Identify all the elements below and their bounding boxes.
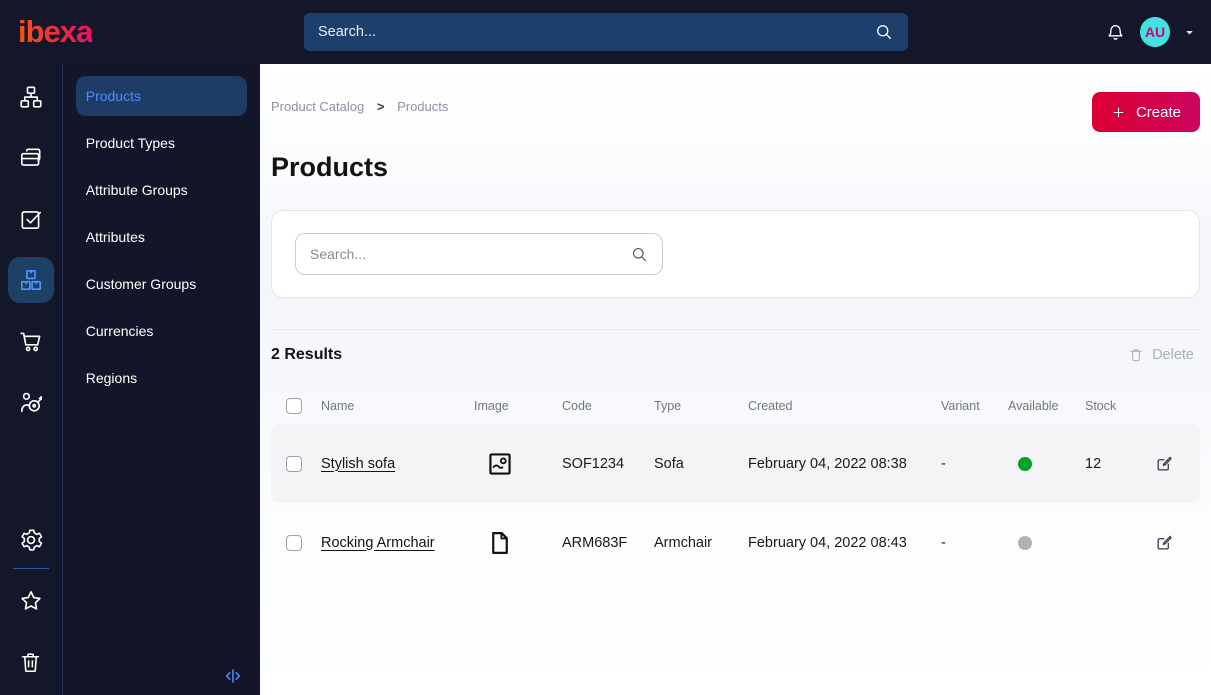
create-button[interactable]: Create: [1091, 92, 1200, 132]
notifications-bell-icon[interactable]: [1105, 22, 1126, 43]
main-content: Product Catalog > Products Create Produc…: [260, 64, 1211, 695]
select-row-checkbox[interactable]: [286, 534, 302, 551]
create-button-label: Create: [1135, 103, 1181, 121]
sidebar-item-label: Customer Groups: [85, 276, 197, 292]
segmentation-icon[interactable]: [8, 379, 54, 425]
sidebar-item-label: Regions: [85, 370, 138, 386]
file-icon: [474, 529, 562, 557]
column-header-created: Created: [748, 399, 793, 413]
breadcrumb: Product Catalog > Products: [271, 99, 448, 114]
chevron-down-icon[interactable]: [1184, 27, 1195, 38]
column-header-image: Image: [474, 399, 509, 413]
icon-rail: [0, 64, 62, 695]
table-row: Stylish sofa SOF1234 Sofa February 04, 2…: [271, 424, 1200, 503]
column-header-name: Name: [321, 399, 355, 413]
filter-search[interactable]: [295, 233, 663, 275]
trash-icon[interactable]: [8, 639, 54, 685]
global-search-input[interactable]: [304, 24, 874, 40]
pages-icon[interactable]: [8, 135, 54, 181]
product-catalog-icon[interactable]: [7, 257, 54, 303]
plus-icon: [1111, 105, 1126, 120]
sidebar-item-currencies[interactable]: Currencies: [76, 311, 247, 351]
product-created: February 04, 2022 08:43: [748, 534, 907, 551]
product-created: February 04, 2022 08:38: [748, 455, 907, 472]
filter-card: [271, 210, 1200, 298]
page-title: Products: [271, 152, 389, 182]
product-type: Sofa: [654, 455, 684, 472]
sidebar-item-attributes[interactable]: Attributes: [76, 217, 247, 257]
table-header-row: Name Image Code Type Created Variant Ava…: [271, 388, 1200, 424]
product-variant: -: [941, 455, 946, 472]
sidebar-item-products[interactable]: Products: [75, 76, 247, 116]
product-code: ARM683F: [562, 534, 628, 551]
commerce-cart-icon[interactable]: [8, 318, 54, 364]
topbar-right: AU: [1105, 0, 1195, 64]
breadcrumb-item-products[interactable]: Products: [397, 99, 448, 114]
side-menu: Products Product Types Attribute Groups …: [61, 64, 260, 695]
image-icon: [474, 450, 562, 478]
breadcrumb-separator: >: [376, 99, 385, 114]
tasks-icon[interactable]: [8, 196, 54, 242]
sidebar-item-product-types[interactable]: Product Types: [76, 123, 247, 163]
divider: [12, 568, 49, 569]
available-status-dot: [1018, 535, 1032, 550]
column-header-available: Available: [1008, 399, 1059, 413]
sidebar-item-attribute-groups[interactable]: Attribute Groups: [76, 170, 247, 210]
sidebar-item-label: Attributes: [85, 229, 145, 245]
sidebar-item-label: Products: [85, 88, 141, 104]
column-header-stock: Stock: [1085, 399, 1117, 413]
search-icon[interactable]: [630, 245, 649, 264]
sidebar-item-label: Product Types: [85, 135, 175, 151]
edit-icon[interactable]: [1155, 454, 1174, 473]
product-type: Armchair: [654, 534, 713, 551]
select-row-checkbox[interactable]: [286, 455, 302, 472]
products-table: Name Image Code Type Created Variant Ava…: [271, 388, 1200, 582]
collapse-sidebar-icon[interactable]: [222, 665, 244, 687]
filter-search-input[interactable]: [296, 246, 630, 262]
edit-icon[interactable]: [1155, 533, 1174, 552]
icon-rail-footer: [8, 517, 54, 689]
content-tree-icon[interactable]: [8, 74, 54, 120]
table-row: Rocking Armchair ARM683F Armchair Februa…: [271, 503, 1200, 582]
global-search[interactable]: [304, 13, 908, 51]
sidebar-item-label: Attribute Groups: [85, 182, 188, 198]
delete-button-label: Delete: [1152, 347, 1194, 363]
delete-button[interactable]: Delete: [1122, 346, 1200, 364]
sidebar-item-regions[interactable]: Regions: [76, 358, 247, 398]
product-name-link[interactable]: Stylish sofa: [321, 456, 474, 472]
search-icon[interactable]: [874, 22, 894, 42]
bookmarks-star-icon[interactable]: [8, 578, 54, 624]
column-header-type: Type: [654, 399, 682, 413]
topbar: ibexa AU: [0, 0, 1211, 64]
ibexa-logo[interactable]: ibexa: [18, 14, 93, 50]
column-header-code: Code: [562, 399, 592, 413]
product-stock: 12: [1085, 455, 1102, 472]
product-name-link[interactable]: Rocking Armchair: [321, 535, 474, 551]
available-status-dot: [1018, 456, 1032, 471]
column-header-variant: Variant: [941, 399, 980, 413]
results-count: 2 Results: [271, 346, 343, 363]
avatar[interactable]: AU: [1140, 17, 1170, 47]
trash-icon: [1128, 347, 1144, 363]
product-variant: -: [941, 534, 946, 551]
sidebar-item-customer-groups[interactable]: Customer Groups: [76, 264, 247, 304]
sidebar-item-label: Currencies: [85, 323, 154, 339]
breadcrumb-item-product-catalog[interactable]: Product Catalog: [271, 99, 364, 114]
product-code: SOF1234: [562, 455, 625, 472]
settings-gear-icon[interactable]: [8, 517, 54, 563]
select-all-checkbox[interactable]: [286, 398, 302, 414]
